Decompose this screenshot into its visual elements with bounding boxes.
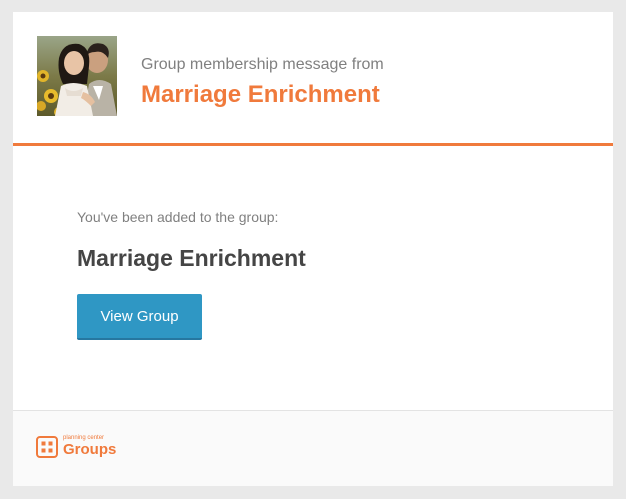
planning-center-groups-logo-icon [36,436,58,458]
header-subtitle: Group membership message from [141,56,384,73]
header-text: Group membership message from Marriage E… [141,55,384,109]
message-body: You've been added to the group: Marriage… [77,208,306,340]
group-name-heading: Marriage Enrichment [77,245,306,271]
email-footer: planning center Groups [13,410,613,486]
email-header: Group membership message from Marriage E… [13,12,613,146]
view-group-button[interactable]: View Group [77,294,202,340]
logo-big-text: Groups [63,441,117,458]
group-photo [37,36,117,116]
header-group-name: Marriage Enrichment [141,81,380,108]
email-card: Group membership message from Marriage E… [13,12,613,486]
added-to-group-text: You've been added to the group: [77,209,279,225]
